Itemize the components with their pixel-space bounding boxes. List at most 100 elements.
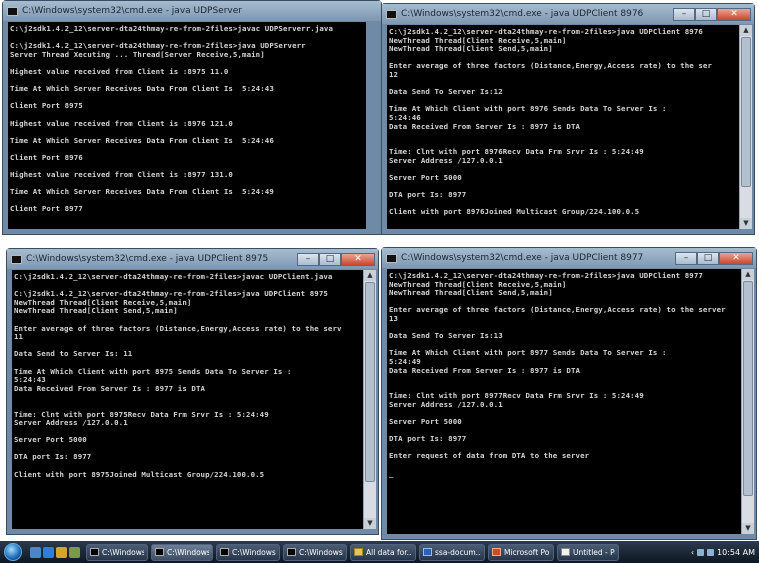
console-output[interactable]: C:\j2sdk1.4.2_12\server-dta24thmay-re-fr… [8,22,366,229]
internet-explorer-icon[interactable] [43,546,54,558]
console-line: NewThread Thread[Client Receive,5,main] [389,36,567,45]
client-8977-window-titlebar[interactable]: C:\Windows\system32\cmd.exe - java UDPCl… [382,248,756,268]
console-line: Server Address /127.0.0.1 [389,156,503,165]
taskbar-button[interactable]: All data for... [350,543,416,561]
vertical-scrollbar[interactable]: ▲ ▼ [741,269,754,534]
console-line: Enter average of three factors (Distance… [389,62,713,71]
console-line: 5:24:46 [389,113,421,122]
media-player-icon[interactable] [69,546,80,558]
scroll-up-arrow-icon[interactable]: ▲ [742,269,754,280]
taskbar-button-label: Microsoft Po... [504,547,550,557]
console-line: 13 [389,314,399,323]
scroll-down-arrow-icon[interactable]: ▼ [742,523,754,534]
window-title: C:\Windows\system32\cmd.exe - java UDPCl… [401,253,644,263]
server-window-titlebar[interactable]: C:\Windows\system32\cmd.exe - java UDPSe… [3,1,381,21]
close-button[interactable]: ✕ [717,7,751,21]
maximize-button[interactable]: □ [697,251,719,265]
taskbar-button-label: C:\Windows... [232,547,276,557]
taskbar-button[interactable]: C:\Windows... [216,543,280,561]
scroll-thumb[interactable] [743,281,753,496]
start-button[interactable] [0,541,26,563]
console-lines: C:\j2sdk1.4.2_12\server-dta24thmay-re-fr… [389,28,737,217]
scroll-down-arrow-icon[interactable]: ▼ [364,518,376,529]
scroll-thumb[interactable] [365,282,375,482]
show-desktop-icon[interactable] [30,546,41,558]
maximize-button[interactable]: □ [695,7,717,21]
minimize-button[interactable]: – [297,252,319,266]
console-output[interactable]: C:\j2sdk1.4.2_12\server-dta24thmay-re-fr… [387,25,739,229]
console-line: Data Send To Server Is:12 [389,88,503,97]
maximize-button[interactable]: □ [319,252,341,266]
scroll-down-arrow-icon[interactable]: ▼ [740,218,752,229]
console-line: Client with port 8976Joined Multicast Gr… [389,208,640,217]
console-lines: C:\j2sdk1.4.2_12\server-dta24thmay-re-fr… [389,272,739,478]
console-line: Server Port 5000 [14,436,87,445]
quick-launch [30,546,80,558]
cmd-icon [155,548,164,556]
console-line: Client Port 8976 [10,153,83,162]
vertical-scrollbar[interactable]: ▲ ▼ [739,25,752,229]
vertical-scrollbar[interactable]: ▲ ▼ [363,270,376,529]
taskbar-button[interactable]: Microsoft Po... [488,543,554,561]
switch-windows-icon[interactable] [56,546,67,558]
system-tray: ‹ 10:54 AM [691,548,755,557]
console-line: NewThread Thread[Client Send,5,main] [389,289,553,298]
taskbar-button[interactable]: ssa-docum... [419,543,485,561]
taskbar-button-label: Untitled - Pai... [573,547,615,557]
scroll-up-arrow-icon[interactable]: ▲ [740,25,752,36]
console-line: Enter request of data from DTA to the se… [389,452,590,461]
taskbar-button[interactable]: Untitled - Pai... [557,543,619,561]
tray-expand-icon[interactable]: ‹ [691,548,694,557]
cmd-icon [7,6,18,16]
minimize-button[interactable]: – [673,7,695,21]
scroll-thumb[interactable] [741,37,751,187]
console-line: C:\j2sdk1.4.2_12\server-dta24thmay-re-fr… [10,25,334,33]
console-line: Time: Clnt with port 8975Recv Data Frm S… [14,410,269,419]
client-8977-console-window[interactable]: C:\Windows\system32\cmd.exe - java UDPCl… [381,247,757,540]
console-line: Server Address /127.0.0.1 [389,400,503,409]
cmd-icon [11,254,22,264]
scroll-up-arrow-icon[interactable]: ▲ [364,270,376,281]
network-icon[interactable] [697,548,705,556]
console-line: Time At Which Server Receives Data From … [10,136,274,145]
console-line: 5:24:49 [389,357,421,366]
taskbar-button[interactable]: C:\Windows... [151,543,213,561]
taskbar-button-label: All data for... [366,547,412,557]
console-output[interactable]: C:\j2sdk1.4.2_12\server-dta24thmay-re-fr… [12,270,363,529]
minimize-button[interactable]: – [675,251,697,265]
client-8975-window-titlebar[interactable]: C:\Windows\system32\cmd.exe - java UDPCl… [7,249,378,269]
volume-icon[interactable] [707,548,715,556]
console-line: C:\j2sdk1.4.2_12\server-dta24thmay-re-fr… [389,272,703,280]
taskbar-button[interactable]: C:\Windows... [86,543,148,561]
word-icon [423,548,432,556]
console-line: C:\j2sdk1.4.2_12\server-dta24thmay-re-fr… [389,28,703,36]
close-button[interactable]: ✕ [341,252,375,266]
taskbar-button[interactable]: C:\Windows... [283,543,347,561]
console-line: NewThread Thread[Client Receive,5,main] [389,280,567,289]
close-button[interactable]: ✕ [719,251,753,265]
windows-logo-icon [4,543,22,561]
client-8976-window-titlebar[interactable]: C:\Windows\system32\cmd.exe - java UDPCl… [382,4,754,24]
server-console-window[interactable]: C:\Windows\system32\cmd.exe - java UDPSe… [2,0,382,235]
console-output[interactable]: C:\j2sdk1.4.2_12\server-dta24thmay-re-fr… [387,269,741,534]
clock[interactable]: 10:54 AM [717,548,755,557]
client-8976-console-window[interactable]: C:\Windows\system32\cmd.exe - java UDPCl… [381,3,755,235]
client-8975-console-window[interactable]: C:\Windows\system32\cmd.exe - java UDPCl… [6,248,379,535]
cmd-icon [386,9,397,19]
console-line: Client Port 8975 [10,102,83,111]
